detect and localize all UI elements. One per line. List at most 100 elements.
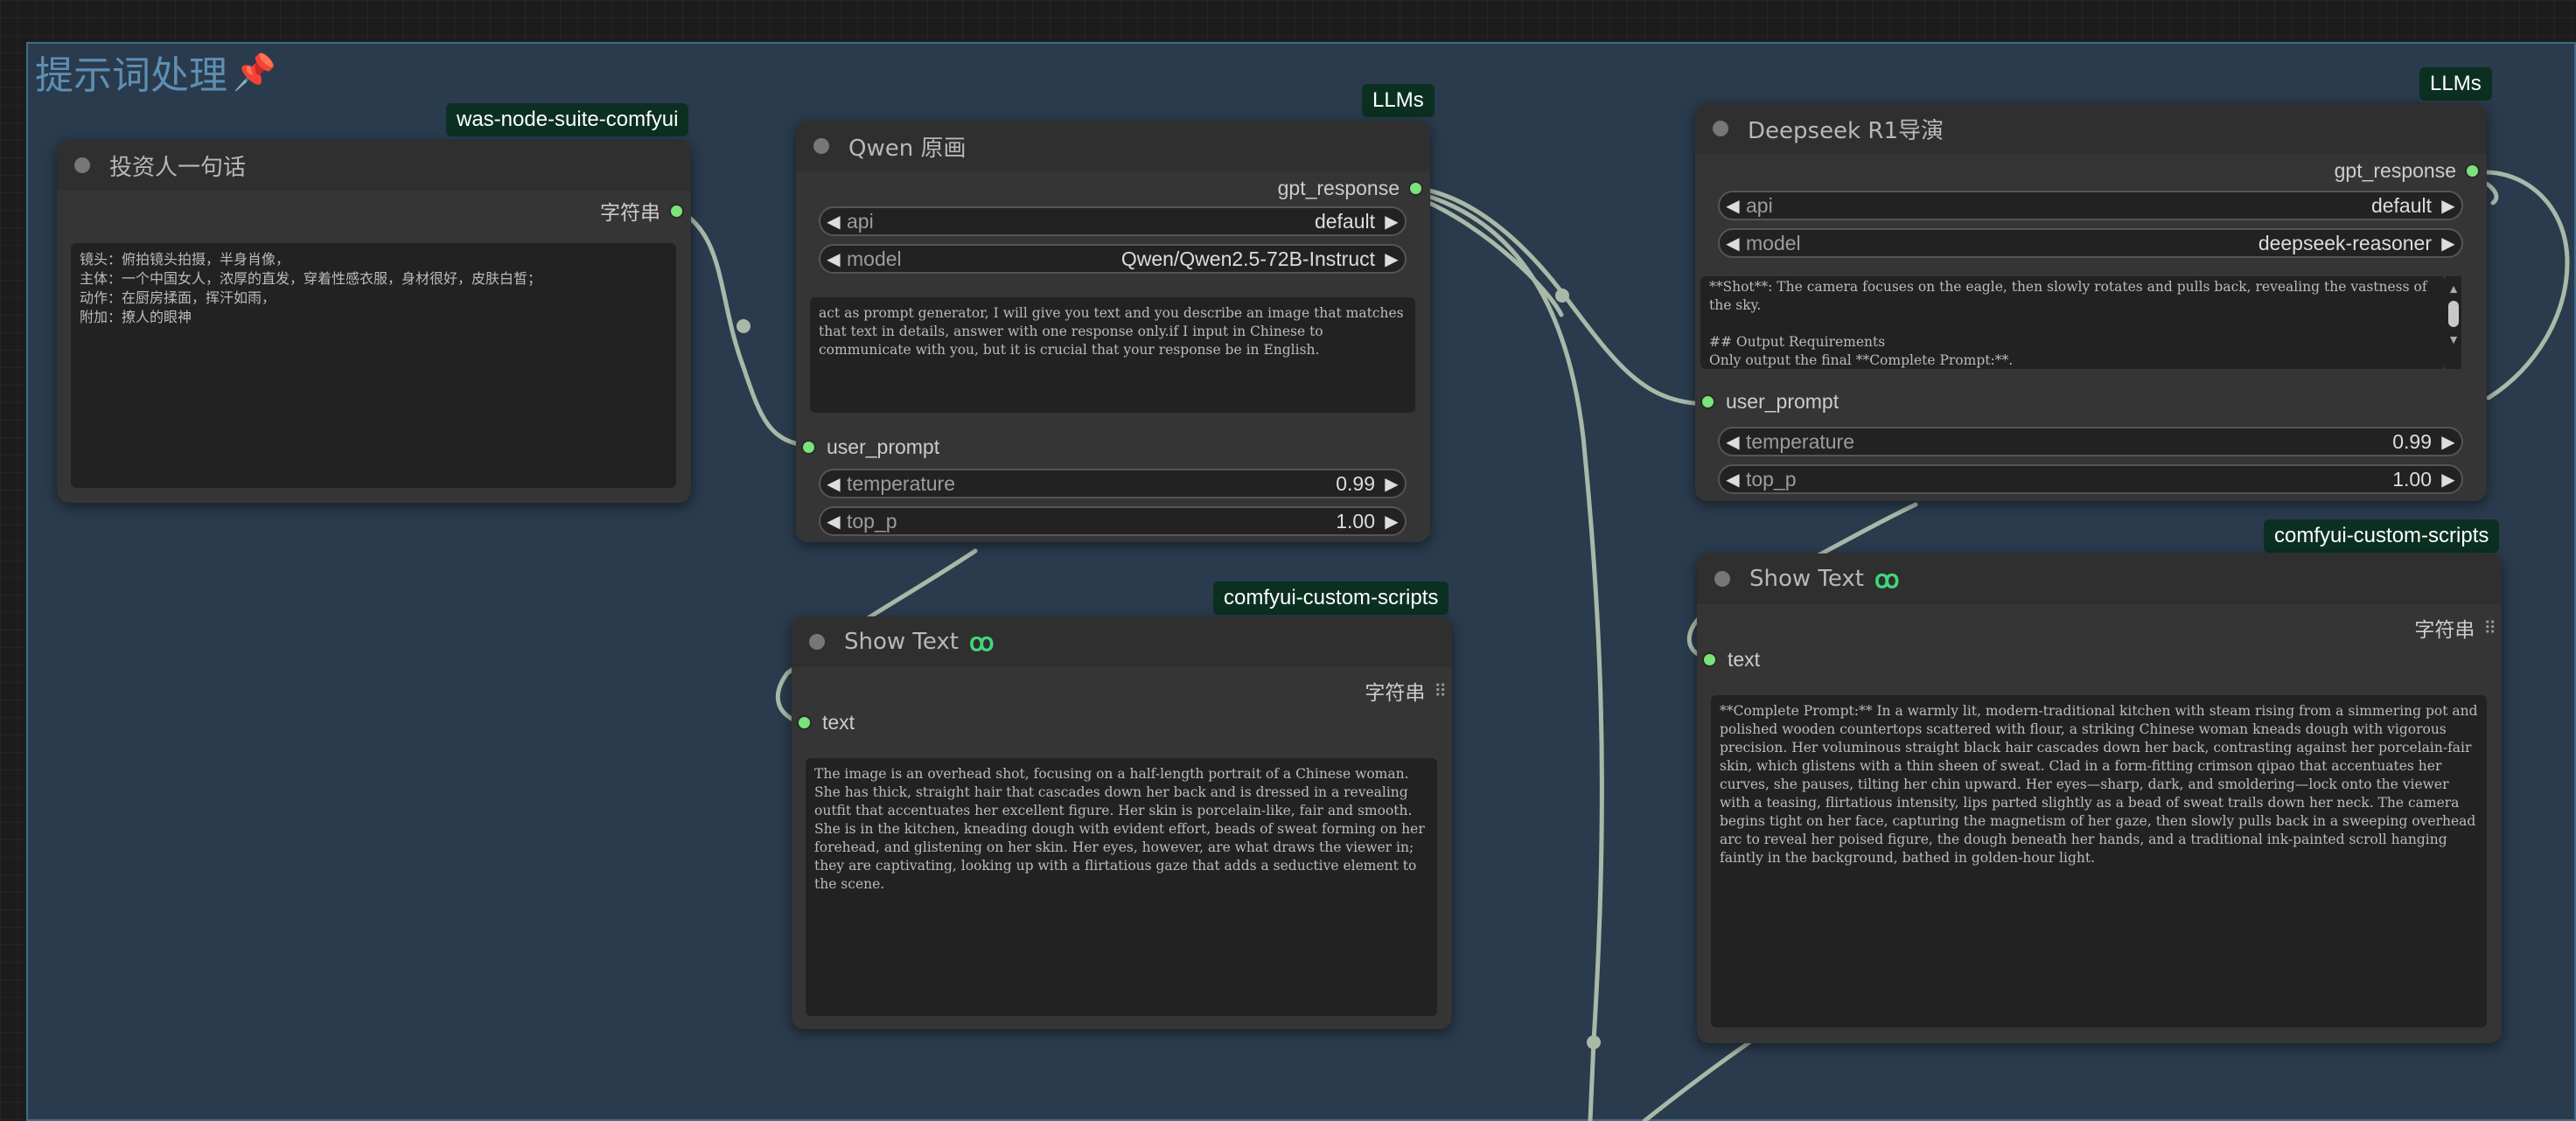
investor-node[interactable]: 投资人一句话 字符串 镜头：俯拍镜头拍摄，半身肖像， 主体：一个中国女人，浓厚的… <box>57 140 691 503</box>
right-arrow-icon[interactable]: ▶ <box>1379 211 1405 233</box>
investor-text-area[interactable]: 镜头：俯拍镜头拍摄，半身肖像， 主体：一个中国女人，浓厚的直发，穿着性感衣服，身… <box>71 243 676 488</box>
show-text-1-output-label: 字符串 <box>1365 681 1426 704</box>
qwen-output-label: gpt_response <box>1277 177 1400 199</box>
scroll-down-icon[interactable]: ▼ <box>2446 332 2461 346</box>
qwen-api-select[interactable]: ◀ api default ▶ <box>819 206 1407 236</box>
group-title-text: 提示词处理 <box>35 53 227 98</box>
deepseek-temperature-value: 0.99 <box>2392 429 2432 453</box>
deepseek-model-select[interactable]: ◀ model deepseek-reasoner ▶ <box>1718 228 2463 258</box>
deepseek-top-p-label: top_p <box>1746 467 1797 491</box>
right-arrow-icon[interactable]: ▶ <box>2435 195 2461 217</box>
group-title[interactable]: 提示词处理 📌 <box>35 44 276 100</box>
investor-output-label: 字符串 <box>600 201 660 224</box>
qwen-input-label: user_prompt <box>827 435 940 458</box>
investor-node-header[interactable]: 投资人一句话 <box>57 140 691 191</box>
qwen-badge: LLMs <box>1362 84 1435 117</box>
investor-badge: was-node-suite-comfyui <box>446 103 689 136</box>
collapse-dot-icon[interactable] <box>1714 571 1730 587</box>
deepseek-input-label: user_prompt <box>1726 390 1840 413</box>
right-arrow-icon[interactable]: ▶ <box>2435 431 2461 453</box>
right-arrow-icon[interactable]: ▶ <box>1379 473 1405 495</box>
show-text-1-header[interactable]: Show Text ꝏ <box>792 616 1452 667</box>
deepseek-api-select[interactable]: ◀ api default ▶ <box>1718 191 2463 220</box>
deepseek-badge: LLMs <box>2419 67 2492 101</box>
deepseek-temperature-slider[interactable]: ◀ temperature 0.99 ▶ <box>1718 427 2463 456</box>
right-arrow-icon[interactable]: ▶ <box>1379 511 1405 533</box>
input-dot-icon[interactable] <box>1700 394 1715 409</box>
show-text-1-title: Show Text <box>844 629 960 655</box>
deepseek-output-slot[interactable]: gpt_response <box>2335 159 2480 183</box>
qwen-node-header[interactable]: Qwen 原画 <box>796 121 1430 171</box>
investor-output-slot[interactable]: 字符串 <box>600 196 684 226</box>
collapse-dot-icon[interactable] <box>809 634 825 650</box>
qwen-prompt-area[interactable]: act as prompt generator, I will give you… <box>810 297 1415 413</box>
left-arrow-icon[interactable]: ◀ <box>1720 431 1746 453</box>
custom-scripts-icon: ꝏ <box>969 628 995 656</box>
grid-icon[interactable]: ⠿ <box>2483 617 2496 639</box>
show-text-2-output-slot[interactable]: 字符串 ⠿ <box>2414 613 2496 643</box>
grid-icon[interactable]: ⠿ <box>1434 680 1447 702</box>
right-arrow-icon[interactable]: ▶ <box>1379 248 1405 270</box>
output-dot-icon[interactable] <box>1408 181 1423 196</box>
left-arrow-icon[interactable]: ◀ <box>820 248 847 270</box>
right-arrow-icon[interactable]: ▶ <box>2435 469 2461 491</box>
left-arrow-icon[interactable]: ◀ <box>1720 233 1746 254</box>
input-dot-icon[interactable] <box>801 440 816 455</box>
qwen-temperature-slider[interactable]: ◀ temperature 0.99 ▶ <box>819 469 1407 498</box>
deepseek-api-label: api <box>1746 193 1773 217</box>
show-text-1-node[interactable]: Show Text ꝏ 字符串 ⠿ text The image is an o… <box>792 616 1452 1029</box>
collapse-dot-icon[interactable] <box>813 138 829 154</box>
output-dot-icon[interactable] <box>2465 164 2480 178</box>
show-text-2-input-slot[interactable]: text <box>1702 648 1760 672</box>
qwen-api-label: api <box>847 209 874 233</box>
deepseek-node[interactable]: Deepseek R1导演 gpt_response ◀ api default… <box>1695 103 2487 501</box>
scroll-thumb[interactable] <box>2448 301 2459 327</box>
show-text-2-text-area[interactable]: **Complete Prompt:** In a warmly lit, mo… <box>1711 695 2487 1027</box>
show-text-2-title: Show Text <box>1749 566 1865 592</box>
qwen-model-select[interactable]: ◀ model Qwen/Qwen2.5-72B-Instruct ▶ <box>819 244 1407 274</box>
show-text-2-header[interactable]: Show Text ꝏ <box>1697 554 2502 604</box>
output-dot-icon[interactable] <box>669 203 684 219</box>
deepseek-temperature-label: temperature <box>1746 429 1855 453</box>
left-arrow-icon[interactable]: ◀ <box>820 473 847 495</box>
qwen-top-p-slider[interactable]: ◀ top_p 1.00 ▶ <box>819 506 1407 536</box>
show-text-2-badge: comfyui-custom-scripts <box>2264 519 2500 553</box>
qwen-model-value: Qwen/Qwen2.5-72B-Instruct <box>1120 247 1375 270</box>
qwen-input-slot[interactable]: user_prompt <box>801 435 939 459</box>
show-text-2-node[interactable]: Show Text ꝏ 字符串 ⠿ text **Complete Prompt… <box>1697 554 2502 1043</box>
pushpin-icon: 📌 <box>233 52 276 93</box>
deepseek-api-value: default <box>2370 193 2432 217</box>
show-text-1-output-slot[interactable]: 字符串 ⠿ <box>1365 676 1447 706</box>
qwen-temperature-label: temperature <box>847 471 956 495</box>
qwen-output-slot[interactable]: gpt_response <box>1278 177 1423 200</box>
show-text-1-input-slot[interactable]: text <box>797 711 855 735</box>
left-arrow-icon[interactable]: ◀ <box>820 511 847 533</box>
qwen-node[interactable]: Qwen 原画 gpt_response ◀ api default ▶ ◀ m… <box>796 121 1430 542</box>
qwen-node-title: Qwen 原画 <box>848 135 967 162</box>
deepseek-node-header[interactable]: Deepseek R1导演 <box>1695 103 2487 154</box>
left-arrow-icon[interactable]: ◀ <box>1720 469 1746 491</box>
qwen-api-value: default <box>1314 209 1375 233</box>
left-arrow-icon[interactable]: ◀ <box>820 211 847 233</box>
deepseek-top-p-slider[interactable]: ◀ top_p 1.00 ▶ <box>1718 464 2463 494</box>
deepseek-prompt-scrollbar[interactable]: ▲ ▼ <box>2446 276 2461 369</box>
show-text-1-text-area[interactable]: The image is an overhead shot, focusing … <box>806 758 1437 1016</box>
custom-scripts-icon: ꝏ <box>1874 565 1900 593</box>
scroll-up-icon[interactable]: ▲ <box>2446 282 2461 296</box>
qwen-temperature-value: 0.99 <box>1336 471 1375 495</box>
qwen-model-label: model <box>847 247 902 270</box>
show-text-1-input-label: text <box>822 711 855 734</box>
deepseek-model-value: deepseek-reasoner <box>2258 231 2432 254</box>
deepseek-top-p-value: 1.00 <box>2392 467 2432 491</box>
deepseek-prompt-area[interactable]: **Shot**: The camera focuses on the eagl… <box>1700 276 2446 369</box>
input-dot-icon[interactable] <box>1702 652 1717 667</box>
input-dot-icon[interactable] <box>797 715 812 730</box>
left-arrow-icon[interactable]: ◀ <box>1720 195 1746 217</box>
qwen-top-p-value: 1.00 <box>1336 509 1375 533</box>
collapse-dot-icon[interactable] <box>1713 121 1728 136</box>
right-arrow-icon[interactable]: ▶ <box>2435 233 2461 254</box>
deepseek-input-slot[interactable]: user_prompt <box>1700 390 1839 414</box>
collapse-dot-icon[interactable] <box>74 157 90 173</box>
show-text-2-output-label: 字符串 <box>2414 618 2475 641</box>
deepseek-node-title: Deepseek R1导演 <box>1748 117 1944 144</box>
